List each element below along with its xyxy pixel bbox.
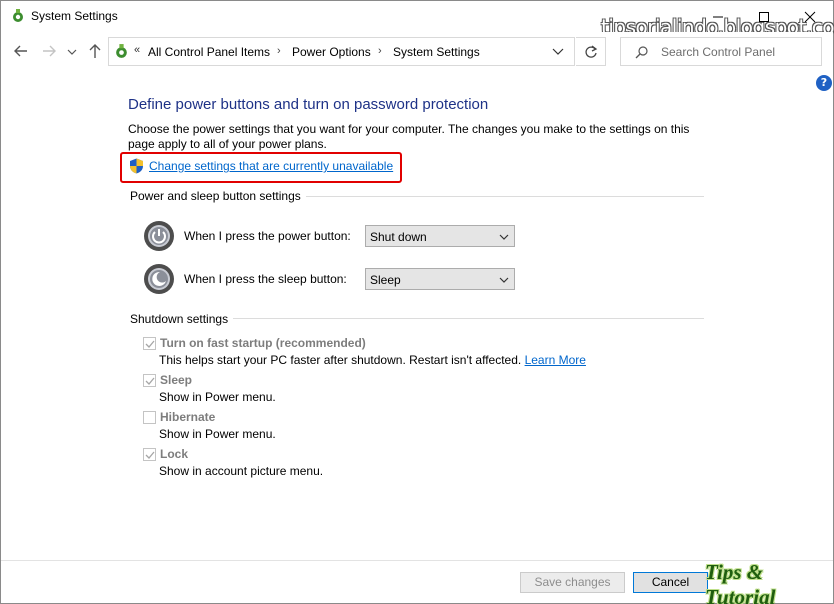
maximize-icon xyxy=(759,12,769,22)
search-input[interactable]: Search Control Panel xyxy=(620,37,822,66)
breadcrumb-system-settings[interactable]: System Settings xyxy=(393,45,480,59)
sleep-button-value: Sleep xyxy=(370,273,401,287)
cancel-button[interactable]: Cancel xyxy=(633,572,708,593)
breadcrumb-separator[interactable]: › xyxy=(378,45,382,57)
hibernate-checkbox[interactable] xyxy=(143,411,156,424)
breadcrumb-all-items[interactable]: All Control Panel Items xyxy=(148,45,270,59)
control-panel-icon xyxy=(13,9,23,22)
hibernate-option-description: Show in Power menu. xyxy=(159,427,276,441)
power-button-icon xyxy=(144,221,174,251)
chevron-down-icon xyxy=(67,49,77,55)
checkmark-icon xyxy=(145,340,155,348)
breadcrumb-separator[interactable]: › xyxy=(277,45,281,57)
search-placeholder: Search Control Panel xyxy=(661,45,776,59)
sleep-option-label: Sleep xyxy=(160,373,193,387)
fast-startup-label: Turn on fast startup (recommended) xyxy=(160,336,366,350)
divider xyxy=(306,196,704,197)
power-button-label: When I press the power button: xyxy=(184,229,351,243)
learn-more-link[interactable]: Learn More xyxy=(525,353,586,367)
chevron-down-icon xyxy=(499,234,509,240)
uac-shield-icon xyxy=(130,158,143,174)
sleep-button-icon xyxy=(144,264,174,294)
checkmark-icon xyxy=(145,377,155,385)
lock-option-description: Show in account picture menu. xyxy=(159,464,324,478)
arrow-left-icon xyxy=(14,45,27,57)
divider xyxy=(233,318,704,319)
control-panel-window: System Settings tipsorialindo.blogspot.c… xyxy=(0,0,834,604)
window-title: System Settings xyxy=(31,9,118,23)
intro-text: Choose the power settings that you want … xyxy=(128,122,690,151)
recent-locations-button[interactable] xyxy=(65,41,79,61)
navigation-bar: « All Control Panel Items › Power Option… xyxy=(1,32,833,72)
arrow-up-icon xyxy=(89,44,101,58)
fast-startup-description: This helps start your PC faster after sh… xyxy=(159,353,586,367)
up-button[interactable] xyxy=(85,41,105,61)
chevron-down-icon xyxy=(499,277,509,283)
forward-button[interactable] xyxy=(39,41,59,61)
sleep-button-select[interactable]: Sleep xyxy=(365,268,515,290)
refresh-icon xyxy=(585,45,598,58)
breadcrumb-overflow[interactable]: « xyxy=(134,44,140,56)
help-button[interactable]: ? xyxy=(816,75,832,91)
sleep-checkbox[interactable] xyxy=(143,374,156,387)
title-bar: System Settings tipsorialindo.blogspot.c… xyxy=(1,1,834,39)
hibernate-option-label: Hibernate xyxy=(160,410,216,424)
address-bar[interactable]: « All Control Panel Items › Power Option… xyxy=(108,37,575,66)
power-sleep-group-label: Power and sleep button settings xyxy=(130,189,301,203)
close-icon xyxy=(804,11,816,23)
sleep-option-description: Show in Power menu. xyxy=(159,390,276,404)
shutdown-group-label: Shutdown settings xyxy=(130,312,229,326)
maximize-button[interactable] xyxy=(741,1,787,32)
chevron-down-icon[interactable] xyxy=(551,46,565,58)
save-changes-button[interactable]: Save changes xyxy=(520,572,625,593)
power-button-value: Shut down xyxy=(370,230,427,244)
lock-checkbox[interactable] xyxy=(143,448,156,461)
change-settings-link[interactable]: Change settings that are currently unava… xyxy=(149,159,393,173)
breadcrumb-power-options[interactable]: Power Options xyxy=(292,45,371,59)
sleep-button-label: When I press the sleep button: xyxy=(184,272,347,286)
search-icon xyxy=(635,46,648,59)
back-button[interactable] xyxy=(11,41,31,61)
power-button-select[interactable]: Shut down xyxy=(365,225,515,247)
minimize-icon xyxy=(713,16,723,18)
refresh-button[interactable] xyxy=(576,37,606,66)
checkmark-icon xyxy=(145,451,155,459)
page-title: Define power buttons and turn on passwor… xyxy=(128,96,489,113)
fast-startup-checkbox[interactable] xyxy=(143,337,156,350)
control-panel-icon xyxy=(116,44,127,58)
fast-startup-desc-text: This helps start your PC faster after sh… xyxy=(159,353,522,367)
lock-option-label: Lock xyxy=(160,447,189,461)
minimize-button[interactable] xyxy=(695,1,741,32)
arrow-right-icon xyxy=(43,45,56,57)
close-button[interactable] xyxy=(787,1,833,32)
watermark-logo: Tips & Tutorial xyxy=(705,560,776,604)
